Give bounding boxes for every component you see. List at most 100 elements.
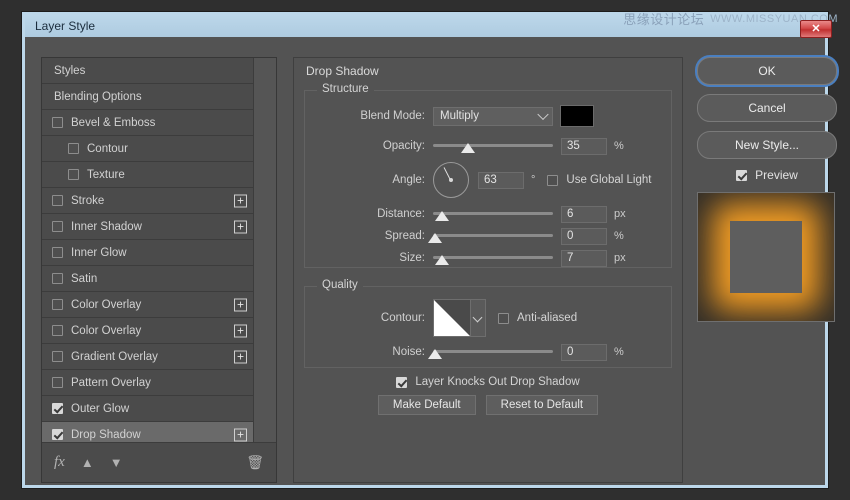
- style-item-checkbox[interactable]: [52, 247, 63, 258]
- opacity-input[interactable]: 35: [561, 138, 607, 155]
- distance-input[interactable]: 6: [561, 206, 607, 223]
- style-list-item[interactable]: Inner Shadow +: [42, 214, 255, 240]
- add-effect-icon[interactable]: +: [234, 194, 247, 207]
- style-item-checkbox[interactable]: [52, 221, 63, 232]
- blend-mode-select[interactable]: Multiply: [433, 107, 553, 126]
- styles-toolbar: fx ▲ ▼ 🗑: [42, 442, 276, 482]
- noise-label: Noise:: [305, 346, 433, 358]
- anti-aliased-checkbox[interactable]: [498, 313, 509, 324]
- noise-input[interactable]: 0: [561, 344, 607, 361]
- style-item-checkbox[interactable]: [52, 117, 63, 128]
- noise-unit: %: [614, 346, 624, 358]
- style-item-checkbox[interactable]: [52, 351, 63, 362]
- style-list-item[interactable]: Bevel & Emboss: [42, 110, 255, 136]
- make-default-button[interactable]: Make Default: [378, 395, 476, 415]
- move-down-icon[interactable]: ▼: [110, 455, 123, 470]
- distance-slider-thumb[interactable]: [435, 211, 449, 221]
- spread-input[interactable]: 0: [561, 228, 607, 245]
- style-list-item[interactable]: Outer Glow: [42, 396, 255, 422]
- knockout-row[interactable]: Layer Knocks Out Drop Shadow: [396, 376, 579, 388]
- style-list-item[interactable]: Blending Options: [42, 84, 255, 110]
- style-item-checkbox[interactable]: [52, 429, 63, 440]
- style-item-checkbox[interactable]: [52, 403, 63, 414]
- style-item-checkbox[interactable]: [52, 377, 63, 388]
- close-icon[interactable]: ✕: [800, 20, 832, 38]
- style-item-label: Inner Shadow: [71, 221, 142, 233]
- add-effect-icon[interactable]: +: [234, 298, 247, 311]
- style-list-item[interactable]: Color Overlay+: [42, 292, 255, 318]
- size-label: Size:: [305, 252, 433, 264]
- opacity-slider[interactable]: [433, 137, 553, 155]
- reset-to-default-button[interactable]: Reset to Default: [486, 395, 598, 415]
- new-style-button[interactable]: New Style...: [697, 131, 837, 159]
- style-item-label: Styles: [54, 65, 85, 77]
- styles-panel: Styles Blending OptionsBevel & EmbossCont…: [41, 57, 277, 483]
- distance-slider[interactable]: [433, 205, 553, 223]
- spread-slider[interactable]: [433, 227, 553, 245]
- angle-dial[interactable]: [433, 162, 469, 198]
- style-list-item[interactable]: Satin: [42, 266, 255, 292]
- style-item-checkbox[interactable]: [52, 273, 63, 284]
- add-effect-icon[interactable]: +: [234, 220, 247, 233]
- structure-group: Structure Blend Mode: Multiply Opacity:: [304, 90, 672, 268]
- delete-icon[interactable]: 🗑: [246, 454, 264, 471]
- opacity-label: Opacity:: [305, 140, 433, 152]
- style-item-label: Stroke: [71, 195, 104, 207]
- noise-slider[interactable]: [433, 343, 553, 361]
- style-item-label: Pattern Overlay: [71, 377, 151, 389]
- cancel-button[interactable]: Cancel: [697, 94, 837, 122]
- style-item-checkbox[interactable]: [52, 299, 63, 310]
- app-root: 思缘设计论坛 WWW.MISSYUAN.COM ✕ Layer Style St…: [0, 0, 850, 500]
- knockout-checkbox[interactable]: [396, 377, 407, 388]
- noise-slider-track: [433, 350, 553, 353]
- contour-dropdown[interactable]: [471, 299, 486, 337]
- style-item-checkbox[interactable]: [68, 169, 79, 180]
- opacity-slider-track: [433, 144, 553, 147]
- angle-dial-hub: [449, 178, 453, 182]
- fx-icon[interactable]: fx: [54, 454, 65, 471]
- ok-button[interactable]: OK: [697, 57, 837, 85]
- use-global-light-label: Use Global Light: [566, 174, 651, 186]
- size-slider-thumb[interactable]: [435, 255, 449, 265]
- preview-checkbox[interactable]: [736, 170, 747, 181]
- style-list-item[interactable]: Stroke +: [42, 188, 255, 214]
- add-effect-icon[interactable]: +: [234, 428, 247, 441]
- add-effect-icon[interactable]: +: [234, 324, 247, 337]
- panel-title: Drop Shadow: [306, 64, 379, 78]
- contour-swatch[interactable]: [433, 299, 471, 337]
- styles-list[interactable]: Styles Blending OptionsBevel & EmbossCont…: [42, 58, 255, 443]
- chevron-down-icon: [537, 109, 548, 120]
- style-list-item[interactable]: Color Overlay+: [42, 318, 255, 344]
- add-effect-icon[interactable]: +: [234, 350, 247, 363]
- style-item-label: Outer Glow: [71, 403, 129, 415]
- angle-input[interactable]: 63: [478, 172, 524, 189]
- style-list-item[interactable]: Gradient Overlay+: [42, 344, 255, 370]
- style-list-item[interactable]: Styles: [42, 58, 255, 84]
- size-slider[interactable]: [433, 249, 553, 267]
- use-global-light-row[interactable]: Use Global Light: [547, 174, 651, 186]
- structure-group-label: Structure: [317, 83, 374, 95]
- style-list-item[interactable]: Pattern Overlay: [42, 370, 255, 396]
- move-up-icon[interactable]: ▲: [81, 455, 94, 470]
- styles-list-scrollbar[interactable]: [253, 58, 276, 443]
- preview-glow-shape: [730, 221, 802, 293]
- use-global-light-checkbox[interactable]: [547, 175, 558, 186]
- style-item-checkbox[interactable]: [52, 325, 63, 336]
- shadow-color-swatch[interactable]: [560, 105, 594, 127]
- opacity-slider-thumb[interactable]: [461, 143, 475, 153]
- style-item-label: Texture: [87, 169, 125, 181]
- blend-mode-label: Blend Mode:: [305, 110, 433, 122]
- noise-slider-thumb[interactable]: [428, 349, 442, 359]
- angle-unit: °: [531, 174, 535, 186]
- style-list-item[interactable]: Drop Shadow+: [42, 422, 255, 443]
- style-item-checkbox[interactable]: [68, 143, 79, 154]
- spread-label: Spread:: [305, 230, 433, 242]
- style-list-item[interactable]: Inner Glow: [42, 240, 255, 266]
- preview-row[interactable]: Preview: [697, 168, 837, 182]
- anti-aliased-row[interactable]: Anti-aliased: [498, 312, 577, 324]
- spread-slider-thumb[interactable]: [428, 233, 442, 243]
- style-list-item[interactable]: Contour: [42, 136, 255, 162]
- size-input[interactable]: 7: [561, 250, 607, 267]
- style-item-checkbox[interactable]: [52, 195, 63, 206]
- style-list-item[interactable]: Texture: [42, 162, 255, 188]
